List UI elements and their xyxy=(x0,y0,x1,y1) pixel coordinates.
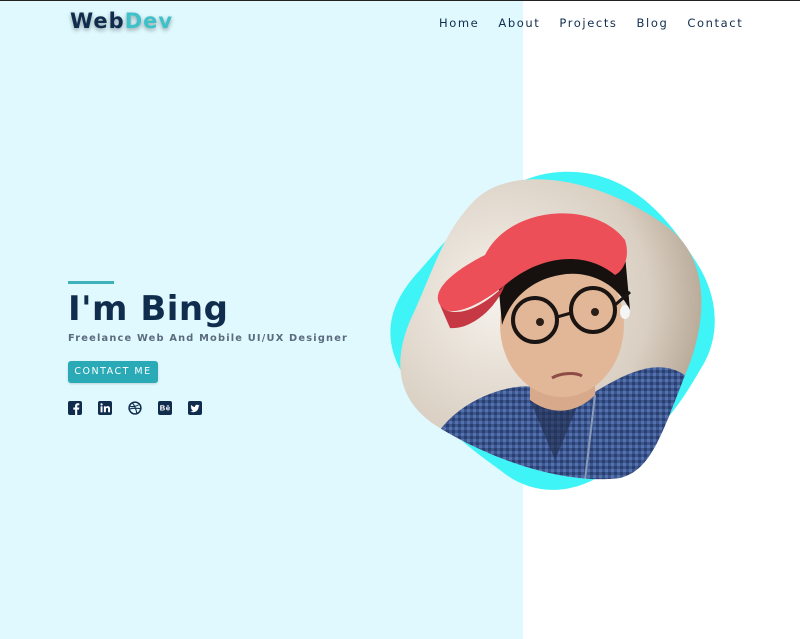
hero-section: I'm Bing Freelance Web And Mobile UI/UX … xyxy=(68,281,388,415)
contact-me-button[interactable]: CONTACT ME xyxy=(68,361,158,383)
nav-link-about[interactable]: About xyxy=(498,16,540,30)
twitter-icon[interactable] xyxy=(188,401,202,415)
hero-title: I'm Bing xyxy=(68,289,229,329)
profile-photo xyxy=(390,171,715,490)
logo-text-web: Web xyxy=(70,9,125,33)
social-links xyxy=(68,401,388,415)
navbar: WebDev Home About Projects Blog Contact xyxy=(0,1,800,43)
nav-link-contact[interactable]: Contact xyxy=(687,16,743,30)
nav-link-blog[interactable]: Blog xyxy=(637,16,669,30)
title-accent-line xyxy=(68,281,114,284)
site-logo[interactable]: WebDev xyxy=(70,9,173,33)
nav-link-projects[interactable]: Projects xyxy=(559,16,617,30)
dribbble-icon[interactable] xyxy=(128,401,142,415)
facebook-icon[interactable] xyxy=(68,401,82,415)
hero-subtitle: Freelance Web And Mobile UI/UX Designer xyxy=(68,333,349,344)
linkedin-icon[interactable] xyxy=(98,401,112,415)
behance-icon[interactable] xyxy=(158,401,172,415)
main-nav: Home About Projects Blog Contact xyxy=(439,16,743,30)
logo-text-dev: Dev xyxy=(124,9,174,33)
profile-photo-area xyxy=(380,160,730,505)
nav-link-home[interactable]: Home xyxy=(439,16,479,30)
